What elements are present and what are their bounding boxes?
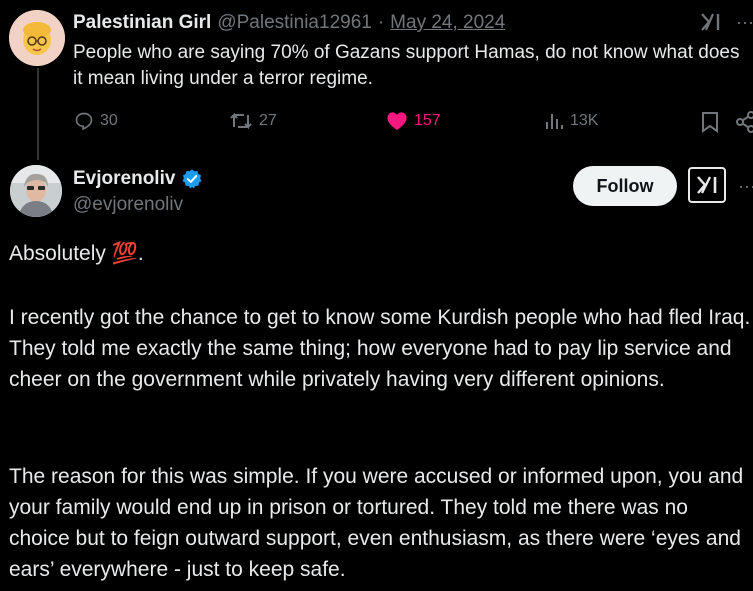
views-count: 13K <box>570 112 599 129</box>
grok-icon[interactable] <box>700 12 722 37</box>
avatar[interactable] <box>9 10 65 66</box>
author-name[interactable]: Palestinian Girl <box>73 12 211 34</box>
post-paragraph: The reason for this was simple. If you w… <box>9 465 744 581</box>
repost-count: 27 <box>259 112 277 129</box>
like-button[interactable]: 157 <box>386 111 441 131</box>
grok-icon <box>697 176 717 194</box>
avatar-image <box>10 165 62 217</box>
post-paragraph: Absolutely 💯. <box>9 242 144 265</box>
post-date[interactable]: May 24, 2024 <box>390 12 505 34</box>
repost-icon <box>230 112 252 130</box>
avatar-image <box>9 10 65 66</box>
heart-icon <box>387 112 407 131</box>
views-button[interactable]: 13K <box>544 111 598 131</box>
grok-button[interactable] <box>688 167 726 203</box>
avatar[interactable] <box>10 165 62 217</box>
more-options-icon[interactable]: ··· <box>738 176 753 197</box>
share-icon[interactable] <box>736 111 753 138</box>
like-count: 157 <box>414 112 441 129</box>
separator: · <box>377 12 385 33</box>
follow-button[interactable]: Follow <box>573 166 677 206</box>
quoted-text: People who are saying 70% of Gazans supp… <box>73 42 740 89</box>
author-handle[interactable]: @Palestinia12961 <box>217 12 372 34</box>
verified-badge-icon <box>182 169 202 189</box>
author-name[interactable]: Evjorenoliv <box>73 168 175 190</box>
quoted-header: Palestinian Girl @Palestinia12961 · May … <box>73 10 505 36</box>
reply-count: 30 <box>100 112 118 129</box>
author-handle[interactable]: @evjorenoliv <box>73 194 183 216</box>
thread-line <box>37 68 39 160</box>
views-icon <box>546 114 563 129</box>
repost-button[interactable]: 27 <box>229 111 277 131</box>
post-paragraph: I recently got the chance to get to know… <box>9 306 751 391</box>
post-header: Evjorenoliv <box>73 168 203 190</box>
reply-icon <box>75 112 93 131</box>
reply-button[interactable]: 30 <box>74 111 118 131</box>
bookmark-icon[interactable] <box>700 111 720 138</box>
more-options-icon[interactable]: ··· <box>736 12 753 33</box>
